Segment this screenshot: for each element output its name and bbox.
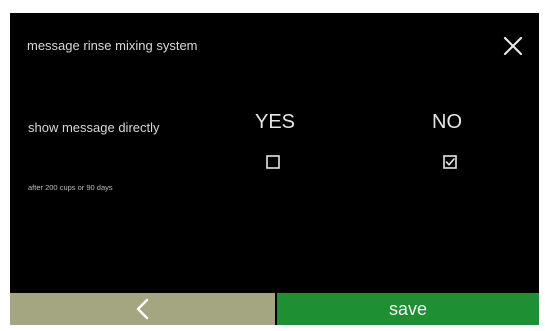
close-icon [503, 36, 523, 56]
yes-checkbox[interactable] [266, 155, 280, 169]
option-yes-label: YES [255, 111, 296, 133]
checkbox-checked-icon [443, 155, 457, 169]
back-button[interactable] [10, 293, 275, 325]
close-button[interactable] [498, 31, 528, 61]
setting-sublabel: after 200 cups or 90 days [28, 183, 113, 192]
screen-title: message rinse mixing system [27, 38, 198, 53]
checkbox-empty-icon [266, 155, 280, 169]
setting-label: show message directly [28, 120, 160, 135]
chevron-left-icon [136, 298, 148, 320]
no-checkbox[interactable] [443, 155, 457, 169]
option-no-label: NO [432, 111, 462, 133]
settings-screen: message rinse mixing system show message… [10, 13, 539, 325]
save-button[interactable]: save [277, 293, 539, 325]
